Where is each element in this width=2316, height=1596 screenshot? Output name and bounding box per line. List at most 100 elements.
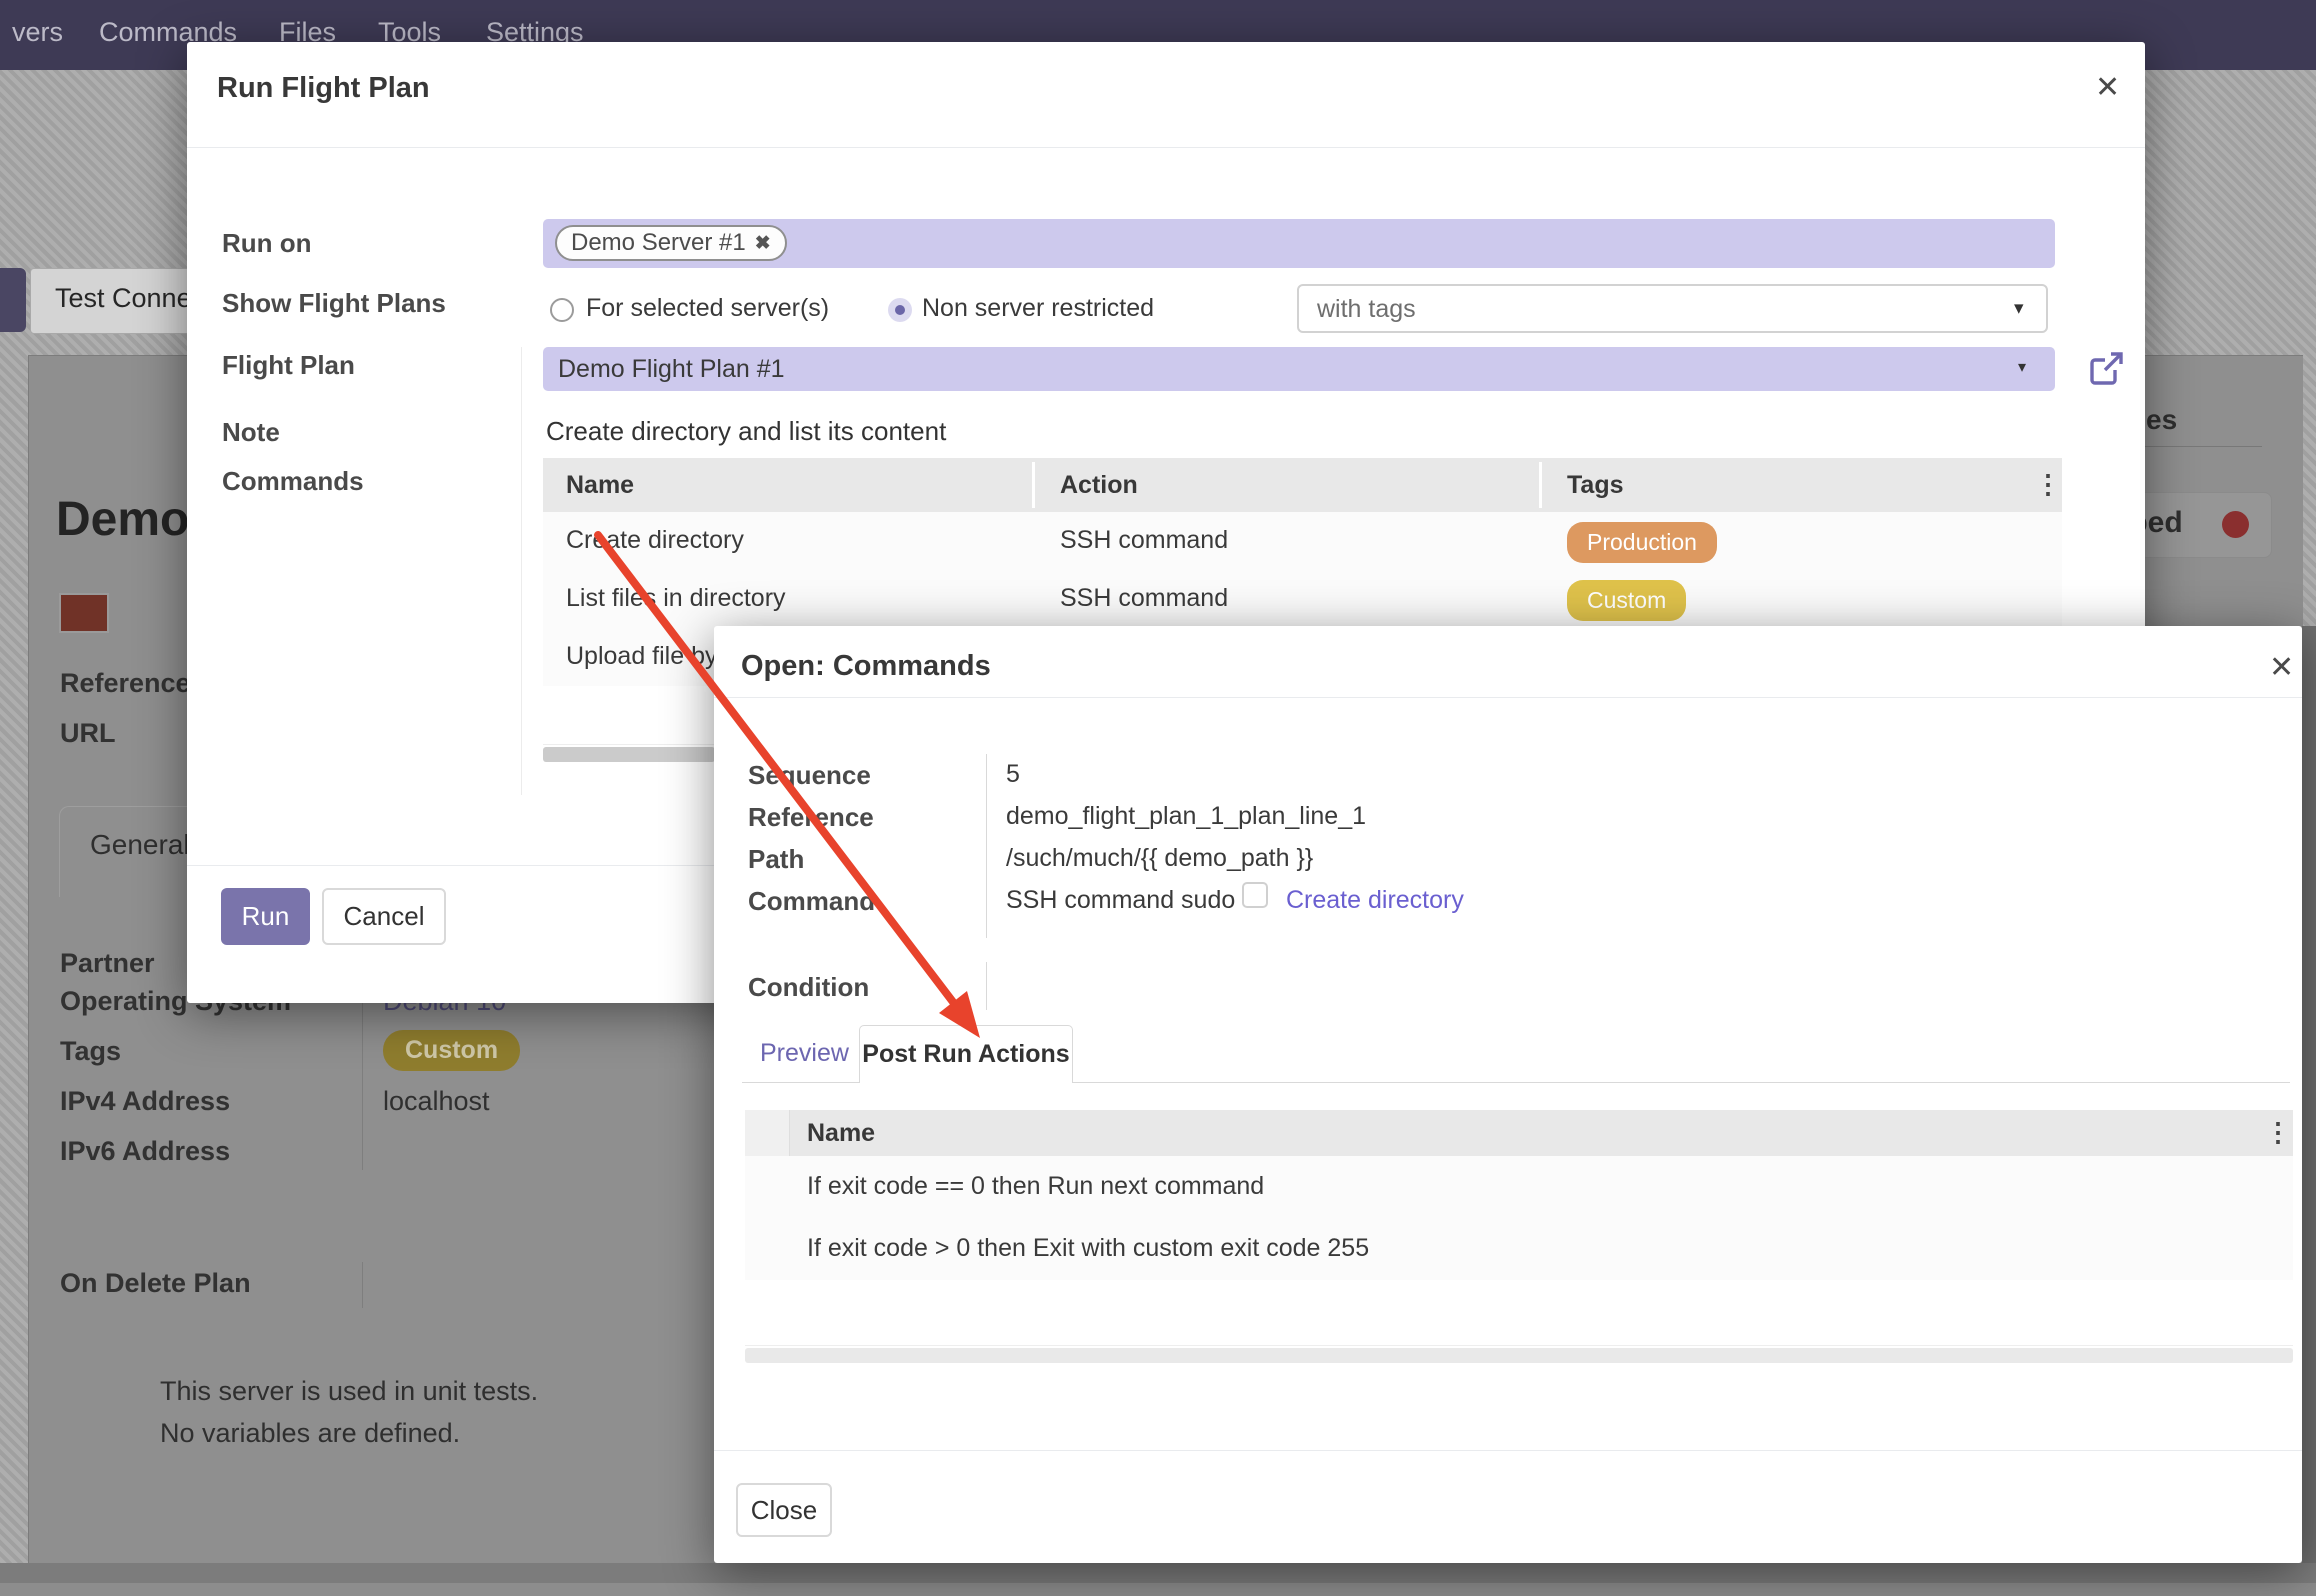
remove-tag-icon[interactable]: ✖ bbox=[755, 232, 771, 255]
kebab-menu-icon[interactable]: ⋮ bbox=[2265, 1117, 2291, 1148]
column-header-tags[interactable]: Tags bbox=[1567, 471, 1624, 500]
server-tag-label: Demo Server #1 bbox=[571, 229, 746, 257]
tab-preview[interactable]: Preview bbox=[760, 1039, 849, 1068]
with-tags-value: with tags bbox=[1317, 295, 1416, 324]
commands-table-header: Name Action Tags ⋮ bbox=[543, 458, 2062, 512]
chevron-down-icon: ▾ bbox=[2014, 297, 2024, 320]
modal-footer-divider bbox=[714, 1450, 2302, 1451]
smart-button-fragment: es bbox=[2146, 404, 2177, 436]
test-connection-label: Test Connec bbox=[55, 283, 197, 314]
backdrop-right-strip bbox=[2302, 626, 2316, 1563]
horizontal-scrollbar[interactable] bbox=[745, 1348, 2293, 1363]
radio-non-server-restricted[interactable] bbox=[888, 298, 912, 322]
kebab-menu-icon[interactable]: ⋮ bbox=[2035, 469, 2061, 500]
field-column-divider bbox=[986, 754, 987, 938]
reference-field-label: Reference bbox=[748, 802, 874, 833]
cancel-button[interactable]: Cancel bbox=[322, 888, 446, 945]
tab-general-label: General bbox=[90, 829, 190, 861]
close-button[interactable]: Close bbox=[736, 1483, 832, 1537]
run-modal-title: Run Flight Plan bbox=[217, 72, 430, 105]
tags-badge: Custom bbox=[383, 1030, 520, 1071]
page: vers Commands Files Tools Settings Test … bbox=[0, 0, 2316, 1596]
modal-header-divider bbox=[714, 697, 2302, 698]
row-tag-badge: Production bbox=[1567, 522, 1717, 563]
ipv4-label: IPv4 Address bbox=[60, 1086, 230, 1117]
run-on-select[interactable]: Demo Server #1 ✖ ▾ bbox=[543, 219, 2055, 268]
selection-column[interactable] bbox=[745, 1110, 790, 1156]
row-action: SSH command bbox=[1060, 526, 1228, 555]
note-value: Create directory and list its content bbox=[546, 416, 946, 447]
command-label: Command bbox=[748, 886, 875, 917]
flight-plan-value: Demo Flight Plan #1 bbox=[558, 355, 785, 384]
sequence-value: 5 bbox=[1006, 760, 1020, 789]
tab-post-run-actions-label: Post Run Actions bbox=[862, 1040, 1069, 1069]
field-separator bbox=[362, 978, 363, 1170]
close-icon[interactable]: ✕ bbox=[2269, 650, 2294, 685]
tags-label: Tags bbox=[60, 1036, 121, 1067]
table-row[interactable]: If exit code > 0 then Exit with custom e… bbox=[745, 1218, 2293, 1281]
action-button-fragment bbox=[0, 268, 26, 332]
backdrop-bottom-strip bbox=[0, 1563, 2316, 1583]
tabbar-divider bbox=[1073, 1082, 2290, 1083]
table-row-empty bbox=[745, 1280, 2293, 1346]
flight-plan-label: Flight Plan bbox=[222, 350, 355, 381]
sequence-label: Sequence bbox=[748, 760, 871, 791]
server-color-swatch bbox=[59, 593, 109, 633]
backdrop-bottom-strip bbox=[0, 1583, 2316, 1596]
tab-post-run-actions[interactable]: Post Run Actions bbox=[859, 1025, 1073, 1083]
column-header-action[interactable]: Action bbox=[1060, 471, 1138, 500]
run-on-label: Run on bbox=[222, 228, 312, 259]
column-header-name[interactable]: Name bbox=[807, 1119, 875, 1148]
reference-label: Reference bbox=[60, 668, 191, 699]
on-delete-plan-label: On Delete Plan bbox=[60, 1268, 251, 1299]
create-directory-link[interactable]: Create directory bbox=[1286, 886, 1464, 915]
radio-non-server-restricted-label: Non server restricted bbox=[922, 294, 1154, 323]
modal-header-divider bbox=[187, 147, 2145, 148]
row-name: If exit code > 0 then Exit with custom e… bbox=[807, 1234, 1369, 1263]
post-run-table-header: Name ⋮ bbox=[745, 1110, 2293, 1156]
chevron-down-icon: ▾ bbox=[2018, 357, 2026, 377]
with-tags-select[interactable]: with tags ▾ bbox=[1297, 284, 2048, 333]
server-tag-pill: Demo Server #1 ✖ bbox=[555, 225, 787, 261]
column-header-name[interactable]: Name bbox=[566, 471, 634, 500]
header-cell-divider bbox=[1032, 462, 1035, 508]
sudo-checkbox[interactable] bbox=[1242, 882, 1268, 908]
path-value: /such/much/{{ demo_path }} bbox=[1006, 844, 1313, 873]
status-dot bbox=[2222, 511, 2249, 538]
horizontal-scrollbar[interactable] bbox=[543, 747, 715, 762]
partner-label: Partner bbox=[60, 948, 155, 979]
test-connection-button: Test Connec bbox=[30, 268, 197, 334]
unit-tests-note-line1: This server is used in unit tests. bbox=[160, 1376, 538, 1407]
reference-field-value: demo_flight_plan_1_plan_line_1 bbox=[1006, 802, 1366, 831]
field-column-divider bbox=[986, 962, 987, 1010]
open-modal-title: Open: Commands bbox=[741, 650, 991, 683]
row-name: Create directory bbox=[566, 526, 744, 555]
radio-dot bbox=[895, 305, 905, 315]
close-icon[interactable]: ✕ bbox=[2095, 70, 2120, 105]
unit-tests-note-line2: No variables are defined. bbox=[160, 1418, 460, 1449]
radio-selected-servers-label: For selected server(s) bbox=[586, 294, 829, 323]
field-separator bbox=[362, 1262, 363, 1308]
show-flight-plans-label: Show Flight Plans bbox=[222, 288, 446, 319]
open-commands-modal: Open: Commands ✕ Sequence 5 Reference de… bbox=[714, 626, 2302, 1563]
command-value: SSH command sudo bbox=[1006, 886, 1235, 915]
ipv4-value: localhost bbox=[383, 1086, 490, 1117]
note-label: Note bbox=[222, 417, 280, 448]
row-name: Upload file by bbox=[566, 642, 717, 671]
table-row[interactable]: If exit code == 0 then Run next command bbox=[745, 1156, 2293, 1219]
table-row[interactable]: List files in directory SSH command Cust… bbox=[543, 570, 2062, 629]
row-name: List files in directory bbox=[566, 584, 786, 613]
server-title: Demo bbox=[56, 492, 189, 547]
label-column-divider bbox=[521, 347, 522, 795]
ipv6-label: IPv6 Address bbox=[60, 1136, 230, 1167]
url-label: URL bbox=[60, 718, 116, 749]
header-cell-divider bbox=[1539, 462, 1542, 508]
external-link-icon[interactable] bbox=[2087, 348, 2127, 388]
row-action: SSH command bbox=[1060, 584, 1228, 613]
radio-selected-servers[interactable] bbox=[550, 298, 574, 322]
nav-item-servers: vers bbox=[12, 17, 63, 48]
run-button[interactable]: Run bbox=[221, 888, 310, 945]
commands-label: Commands bbox=[222, 466, 364, 497]
flight-plan-select[interactable]: Demo Flight Plan #1 ▾ bbox=[543, 347, 2055, 391]
table-row[interactable]: Create directory SSH command Production bbox=[543, 512, 2062, 571]
